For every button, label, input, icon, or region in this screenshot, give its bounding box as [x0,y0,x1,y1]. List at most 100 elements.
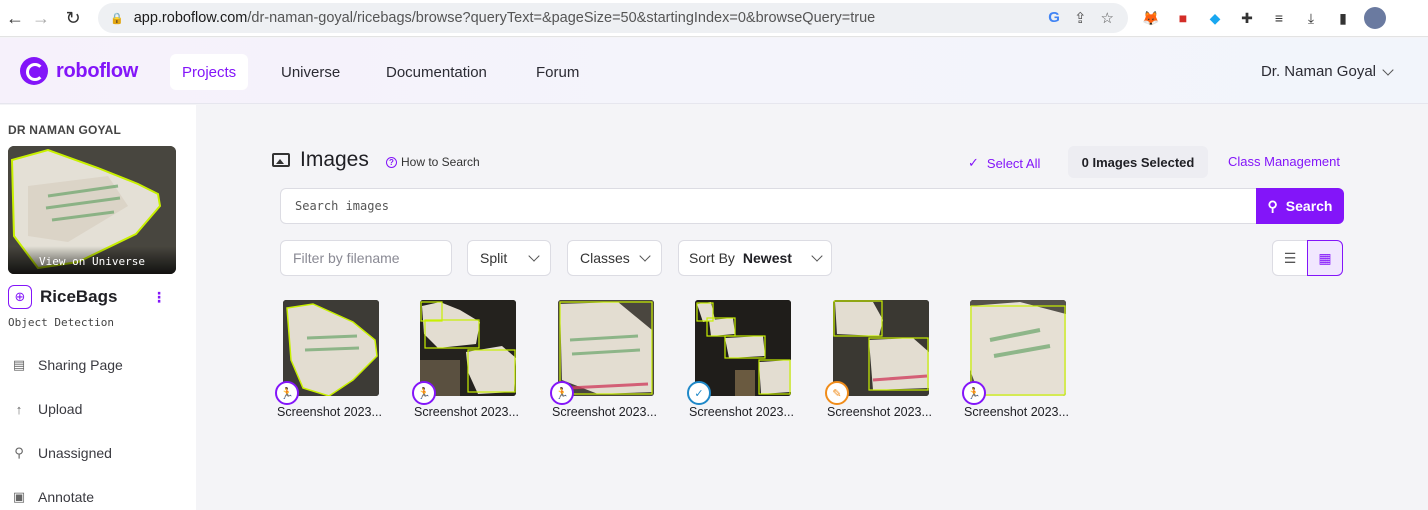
image-thumbnail-graphic [695,300,791,396]
download-icon[interactable]: ⤓ [1300,7,1322,29]
how-to-search-link[interactable]: ? How to Search [386,155,480,169]
class-management-link[interactable]: Class Management [1228,154,1340,169]
upload-arrow-icon: ↑ [15,401,23,417]
image-thumbnail-graphic [283,300,379,396]
chevron-down-icon [811,250,823,262]
nav-forum[interactable]: Forum [524,54,591,90]
app-header: roboflow Projects Universe Documentation… [0,38,1428,104]
kebab-menu-icon[interactable]: ⋮ [152,289,166,306]
document-icon: ▤ [12,357,26,372]
diamond-extension-icon[interactable]: ◆ [1204,7,1226,29]
select-all-button[interactable]: ✓ Select All [968,155,1040,171]
filename-filter-input[interactable] [280,240,452,276]
image-card[interactable]: ✎ Screenshot 2023... [825,300,937,422]
search-icon: ⚲ [14,445,24,460]
search-button[interactable]: ⚲ Search [1256,188,1344,224]
roboflow-logo-icon [20,57,48,85]
image-filename: Screenshot 2023... [964,405,1069,419]
image-thumbnail[interactable] [695,300,791,396]
approved-status-icon: ✓ [687,381,711,405]
url-host: app.roboflow.com [133,10,248,26]
share-icon[interactable]: ⇪ [1074,9,1087,27]
page-title-text: Images [300,148,369,171]
puzzle-extensions-icon[interactable]: ✚ [1236,7,1258,29]
project-thumbnail[interactable]: View on Universe [8,146,176,274]
grid-icon: ▦ [1318,249,1332,266]
sidebar-item-sharing-page[interactable]: ▤ Sharing Page [12,357,123,373]
image-thumbnail[interactable] [283,300,379,396]
image-filename: Screenshot 2023... [827,405,932,419]
image-thumbnail-graphic [558,300,654,396]
image-thumbnail[interactable] [420,300,516,396]
chevron-down-icon [528,250,540,262]
url-path: /dr-naman-goyal/ricebags/browse?queryTex… [247,10,876,26]
image-filename: Screenshot 2023... [552,405,657,419]
profile-avatar-icon[interactable] [1364,7,1386,29]
page-title: Images [272,148,369,172]
sidebar-item-label: Unassigned [38,445,112,461]
select-all-label: Select All [986,155,1041,171]
sidebar-panel-icon[interactable]: ▮ [1332,7,1354,29]
search-input[interactable] [280,188,1258,224]
google-icon[interactable]: G [1048,9,1060,27]
image-card[interactable]: ✓ Screenshot 2023... [687,300,799,422]
chevron-down-icon [1382,63,1394,76]
reload-icon[interactable]: ↻ [58,3,88,33]
chevron-down-icon [639,250,651,262]
project-name: RiceBags [40,287,118,306]
image-thumbnail-graphic [833,300,929,396]
image-filename: Screenshot 2023... [277,405,382,419]
list-view-button[interactable]: ☰ [1272,240,1308,276]
lastpass-extension-icon[interactable]: ■ [1172,7,1194,29]
sidebar-item-annotate[interactable]: ▣ Annotate [12,489,94,505]
nav-documentation[interactable]: Documentation [374,54,499,90]
project-header: ⊕ RiceBags [8,285,168,309]
image-thumbnail[interactable] [970,300,1066,396]
bookmark-star-icon[interactable]: ☆ [1101,9,1114,27]
sidebar-item-upload[interactable]: ↑ Upload [12,401,83,417]
sidebar-item-label: Sharing Page [38,357,123,373]
classes-label: Classes [580,250,630,266]
images-icon [272,153,290,167]
nav-projects[interactable]: Projects [170,54,249,90]
lock-icon: 🔒 [110,12,124,25]
image-card[interactable]: 🏃 Screenshot 2023... [550,300,662,422]
annotation-status-icon: 🏃 [412,381,436,405]
sort-by-dropdown[interactable]: Sort By Newest [678,240,832,276]
list-icon: ☰ [1283,249,1297,266]
annotate-icon: ▣ [12,489,26,504]
forward-icon[interactable]: → [26,3,56,33]
classes-dropdown[interactable]: Classes [567,240,662,276]
image-card[interactable]: 🏃 Screenshot 2023... [275,300,387,422]
sidebar-item-unassigned[interactable]: ⚲ Unassigned [12,445,112,461]
sort-by-value: Newest [742,250,792,266]
metamask-extension-icon[interactable]: 🦊 [1140,7,1162,29]
image-thumbnail-graphic [420,300,516,396]
search-icon: ⚲ [1267,197,1278,214]
address-bar[interactable]: 🔒 app.roboflow.com/dr-naman-goyal/riceba… [98,3,1128,33]
grid-view-button[interactable]: ▦ [1307,240,1343,276]
sidebar-item-label: Upload [38,401,83,417]
image-thumbnail[interactable] [833,300,929,396]
globe-icon: ⊕ [8,285,32,309]
split-dropdown[interactable]: Split [467,240,551,276]
sidebar: DR NAMAN GOYAL View on Universe ⊕ RiceBa… [0,105,196,510]
how-to-search-label: How to Search [401,155,480,169]
edit-status-icon: ✎ [825,381,849,405]
view-on-universe-link[interactable]: View on Universe [8,246,176,274]
logo-text: roboflow [56,59,139,82]
checkmark-icon: ✓ [968,155,979,170]
split-label: Split [480,250,508,266]
image-card[interactable]: 🏃 Screenshot 2023... [962,300,1074,422]
user-menu[interactable]: Dr. Naman Goyal [1260,63,1394,80]
project-type: Object Detection [8,316,114,329]
image-card[interactable]: 🏃 Screenshot 2023... [412,300,524,422]
image-thumbnail-graphic [970,300,1066,396]
annotation-status-icon: 🏃 [962,381,986,405]
roboflow-logo[interactable]: roboflow [20,57,138,85]
nav-universe[interactable]: Universe [269,54,352,90]
user-name: Dr. Naman Goyal [1260,63,1376,80]
image-thumbnail[interactable] [558,300,654,396]
media-queue-icon[interactable]: ≡ [1268,7,1290,29]
image-filename: Screenshot 2023... [689,405,794,419]
